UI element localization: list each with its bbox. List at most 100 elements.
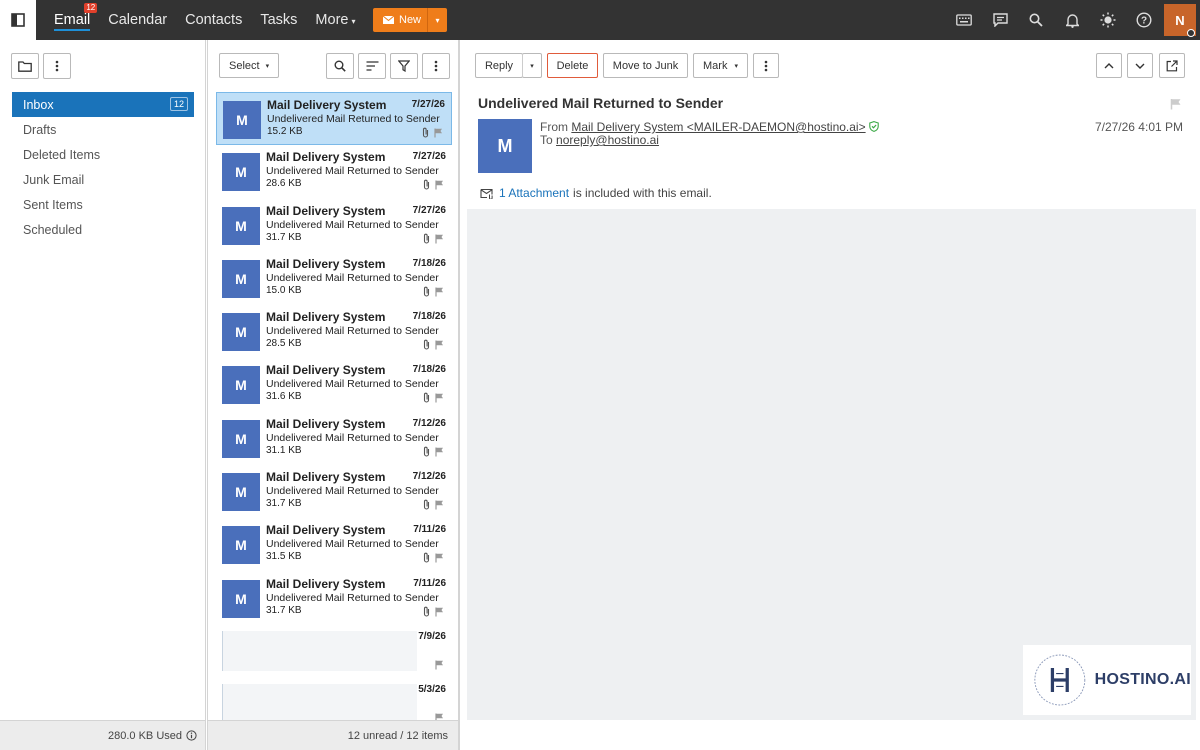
delete-button[interactable]: Delete: [547, 53, 598, 78]
nav-email[interactable]: Email 12: [54, 3, 98, 31]
message-sender: Mail Delivery System: [266, 203, 386, 218]
to-address-link[interactable]: noreply@hostino.ai: [556, 133, 659, 147]
nav-contacts[interactable]: Contacts: [185, 12, 242, 28]
message-row[interactable]: M Mail Delivery System 7/27/26 Undelivered …: [216, 199, 452, 252]
folder-scheduled[interactable]: Scheduled: [12, 217, 194, 242]
user-avatar[interactable]: N: [1164, 4, 1196, 37]
message-size: 15.2 KB: [267, 126, 303, 137]
sender-avatar: M: [222, 313, 260, 352]
message-subject: Undelivered Mail Returned to Sender: [266, 165, 439, 178]
message-row[interactable]: M Mail Delivery System 7/18/26 Undelivered …: [216, 358, 452, 411]
bell-icon[interactable]: [1054, 0, 1090, 40]
flag-icon[interactable]: [1170, 98, 1182, 110]
new-folder-button[interactable]: [11, 53, 39, 79]
message-row[interactable]: 5/3/26: [216, 678, 452, 720]
sender-initial: M: [235, 430, 247, 447]
flag-icon[interactable]: [435, 500, 444, 510]
folder-drafts[interactable]: Drafts: [12, 117, 194, 142]
new-message-button[interactable]: New: [373, 8, 427, 32]
reply-options-caret-icon[interactable]: ▾: [522, 53, 542, 78]
message-size: 31.7 KB: [266, 498, 302, 510]
caret-down-icon: ▾: [265, 62, 270, 70]
previous-message-button[interactable]: [1096, 53, 1122, 78]
message-row[interactable]: M Mail Delivery System 7/18/26 Undelivered …: [216, 252, 452, 305]
sender-initial: M: [235, 164, 247, 181]
new-dropdown-caret-icon[interactable]: ▾: [427, 8, 447, 32]
message-subject: Undelivered Mail Returned to Sender: [266, 485, 439, 498]
sender-avatar: M: [222, 259, 260, 298]
sender-initial: M: [497, 135, 513, 156]
message-row[interactable]: M Mail Delivery System 7/12/26 Undelivered …: [216, 412, 452, 465]
chat-icon[interactable]: [982, 0, 1018, 40]
new-button[interactable]: New ▾: [373, 8, 447, 32]
flag-icon[interactable]: [435, 287, 444, 297]
message-date: 7/11/26: [413, 577, 446, 589]
open-in-new-window-button[interactable]: [1159, 53, 1185, 78]
sender-initial: M: [235, 217, 247, 234]
flag-icon[interactable]: [435, 553, 444, 563]
message-row[interactable]: M Mail Delivery System 7/12/26 Undelivered …: [216, 465, 452, 518]
more-vertical-icon: [434, 60, 438, 72]
flag-icon[interactable]: [435, 607, 444, 617]
message-subject: Undelivered Mail Returned to Sender: [266, 271, 439, 284]
keyboard-icon[interactable]: [946, 0, 982, 40]
reply-button[interactable]: Reply: [475, 53, 523, 78]
new-button-label: New: [399, 14, 422, 26]
message-subject: Undelivered Mail Returned to Sender: [478, 95, 724, 111]
from-label: From: [540, 120, 568, 134]
attachment-link[interactable]: 1 Attachment: [499, 186, 569, 200]
nav-calendar[interactable]: Calendar: [108, 12, 167, 28]
info-icon[interactable]: [186, 730, 197, 741]
message-row[interactable]: M Mail Delivery System 7/11/26 Undelivered …: [216, 572, 452, 625]
mark-dropdown[interactable]: Mark ▾: [693, 53, 748, 78]
folder-junk-email[interactable]: Junk Email: [12, 167, 194, 192]
next-message-button[interactable]: [1127, 53, 1153, 78]
flag-icon[interactable]: [435, 393, 444, 403]
flag-icon[interactable]: [435, 340, 444, 350]
sort-button[interactable]: [358, 53, 386, 79]
message-size: 31.1 KB: [266, 444, 302, 456]
flag-icon[interactable]: [435, 234, 444, 244]
folder-sent-items[interactable]: Sent Items: [12, 192, 194, 217]
folder-options-button[interactable]: [43, 53, 71, 79]
flag-icon[interactable]: [435, 713, 444, 720]
caret-down-icon: ▾: [734, 62, 738, 70]
message-options-button[interactable]: [753, 53, 779, 78]
flag-icon[interactable]: [434, 128, 443, 138]
hostino-logo-mark-icon: [1034, 654, 1086, 706]
message-row[interactable]: M Mail Delivery System 7/27/26 Undelivered …: [216, 145, 452, 198]
folder-inbox[interactable]: Inbox 12: [12, 92, 194, 117]
status-icon: [1187, 29, 1195, 37]
from-address-link[interactable]: Mail Delivery System <MAILER-DAEMON@host…: [571, 120, 865, 134]
nav-more[interactable]: More ▾: [315, 12, 355, 28]
move-to-junk-button[interactable]: Move to Junk: [603, 53, 688, 78]
search-icon[interactable]: [1018, 0, 1054, 40]
message-row[interactable]: M Mail Delivery System 7/27/26 Undelivered …: [216, 92, 452, 146]
folder-deleted-items[interactable]: Deleted Items: [12, 142, 194, 167]
message-row[interactable]: M Mail Delivery System 7/18/26 Undelivered …: [216, 305, 452, 358]
theme-sun-icon[interactable]: [1090, 0, 1126, 40]
message-size: 28.5 KB: [266, 338, 302, 350]
list-options-button[interactable]: [422, 53, 450, 79]
flag-icon[interactable]: [435, 660, 444, 670]
flag-icon[interactable]: [435, 447, 444, 457]
sidebar-toggle-icon[interactable]: [0, 0, 36, 40]
help-icon[interactable]: ?: [1126, 0, 1162, 40]
select-dropdown[interactable]: Select ▾: [219, 53, 279, 78]
search-button[interactable]: [326, 53, 354, 79]
filter-button[interactable]: [390, 53, 418, 79]
paperclip-icon: [423, 553, 430, 563]
flag-icon[interactable]: [435, 180, 444, 190]
message-date: 7/9/26: [418, 630, 446, 642]
message-size: 31.6 KB: [266, 391, 302, 403]
sender-initial: M: [235, 377, 247, 394]
message-row[interactable]: M Mail Delivery System 7/11/26 Undelivered …: [216, 518, 452, 571]
delete-label: Delete: [556, 59, 589, 72]
message-date: 7/27/26: [412, 204, 446, 216]
message-sender: Mail Delivery System: [266, 150, 386, 165]
message-subject: Undelivered Mail Returned to Sender: [266, 325, 439, 338]
message-row[interactable]: 7/9/26: [216, 625, 452, 678]
message-size: 15.0 KB: [266, 284, 302, 296]
message-sender: Mail Delivery System: [266, 416, 386, 431]
nav-tasks[interactable]: Tasks: [260, 12, 297, 28]
